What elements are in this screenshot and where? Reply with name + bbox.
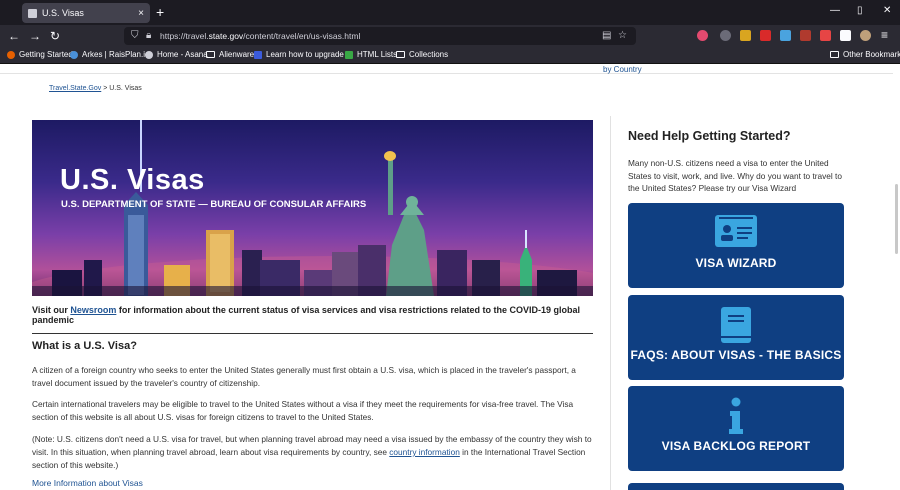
visa-backlog-label: VISA BACKLOG REPORT: [661, 439, 811, 453]
other-bookmarks[interactable]: Other Bookmarks: [830, 50, 900, 59]
country-information-link[interactable]: country information: [389, 447, 460, 457]
hero-title: U.S. Visas: [60, 164, 205, 196]
extension-icon[interactable]: [820, 30, 831, 41]
puzzle-icon[interactable]: [840, 30, 851, 41]
browser-tab[interactable]: U.S. Visas ×: [22, 3, 150, 23]
url-text[interactable]: https://travel.state.gov/content/travel/…: [160, 31, 360, 41]
page-icon: [254, 50, 262, 59]
more-information-link[interactable]: More Information about Visas: [32, 478, 143, 488]
page-favicon-icon: [28, 8, 37, 18]
extension-icon[interactable]: [740, 30, 751, 41]
page-top-band: by Country: [0, 64, 900, 74]
firefox-icon: [7, 50, 15, 59]
bookmark-getting-started[interactable]: Getting Started: [7, 50, 73, 59]
extension-icon[interactable]: [800, 30, 811, 41]
extension-icon[interactable]: [780, 30, 791, 41]
tab-close-icon[interactable]: ×: [138, 8, 144, 19]
bookmark-learn-upgrade[interactable]: Learn how to upgrade ...: [254, 50, 353, 59]
paragraph-1: A citizen of a foreign country who seeks…: [32, 365, 576, 388]
close-window-button[interactable]: ✕: [883, 5, 891, 16]
visa-wizard-tile[interactable]: VISA WIZARD: [628, 203, 844, 288]
info-icon: [729, 397, 743, 434]
page-scrollbar[interactable]: [893, 64, 900, 490]
bookmark-collections[interactable]: Collections: [396, 50, 448, 59]
minimize-button[interactable]: —: [830, 5, 840, 16]
bookmark-asana[interactable]: Home - Asana: [145, 50, 208, 59]
bookmark-raisplan[interactable]: Arkes | RaisPlan.io: [70, 50, 149, 59]
menu-icon[interactable]: ≡: [881, 28, 888, 42]
hero-subtitle: U.S. DEPARTMENT OF STATE — BUREAU OF CON…: [61, 199, 367, 210]
tab-title: U.S. Visas: [42, 8, 84, 18]
scrollbar-thumb[interactable]: [895, 184, 898, 254]
download-icon[interactable]: [720, 30, 731, 41]
id-card-icon: [715, 215, 757, 247]
raisplan-icon: [70, 50, 78, 59]
bookmark-html-lists[interactable]: HTML Lists: [345, 50, 397, 59]
breadcrumb: Travel.State.Gov > U.S. Visas: [49, 85, 142, 92]
sidebar-text: Many non-U.S. citizens need a visa to en…: [628, 158, 842, 193]
folder-icon: [830, 51, 839, 58]
extension-icon[interactable]: [760, 30, 771, 41]
new-tab-button[interactable]: +: [156, 4, 164, 20]
folder-icon: [206, 51, 215, 58]
newsroom-link[interactable]: Newsroom: [70, 305, 116, 315]
column-divider: [610, 116, 611, 490]
browser-nav-bar: ← → ↻ ⛉ 🔒︎ https://travel.state.gov/cont…: [0, 25, 900, 47]
book-icon: [721, 307, 751, 343]
account-avatar-icon[interactable]: [860, 30, 871, 41]
globe-icon: [145, 50, 153, 59]
lock-icon[interactable]: 🔒︎: [146, 30, 151, 41]
hero-banner: U.S. Visas U.S. DEPARTMENT OF STATE — BU…: [32, 120, 593, 296]
breadcrumb-home-link[interactable]: Travel.State.Gov: [49, 85, 101, 92]
bookmark-star-icon[interactable]: ☆: [618, 30, 627, 41]
sidebar-heading: Need Help Getting Started?: [628, 129, 791, 143]
folder-icon: [396, 51, 405, 58]
by-country-link[interactable]: by Country: [603, 65, 642, 74]
w3-icon: [345, 50, 353, 59]
breadcrumb-current: U.S. Visas: [109, 85, 142, 92]
visa-wizard-label: VISA WIZARD: [695, 256, 777, 270]
back-arrow-icon[interactable]: ←: [8, 29, 20, 43]
paragraph-3: (Note: U.S. citizens don't need a U.S. v…: [32, 434, 592, 470]
bookmark-alienware[interactable]: Alienware: [206, 50, 254, 59]
covid-notice: Visit our Newsroom for information about…: [32, 305, 593, 334]
browser-tab-bar: U.S. Visas × + — ▯ ✕: [0, 0, 900, 25]
faqs-label: FAQS: ABOUT VISAS - THE BASICS: [630, 348, 842, 362]
reader-view-icon[interactable]: ▤: [602, 30, 611, 41]
bookmarks-bar: Getting Started Arkes | RaisPlan.io Home…: [0, 47, 900, 64]
visa-backlog-report-tile[interactable]: VISA BACKLOG REPORT: [628, 386, 844, 471]
paragraph-2: Certain international travelers may be e…: [32, 399, 574, 422]
faqs-visas-basics-tile[interactable]: FAQS: ABOUT VISAS - THE BASICS: [628, 295, 844, 380]
pocket-icon[interactable]: [697, 30, 708, 41]
forward-arrow-icon[interactable]: →: [29, 29, 41, 43]
shield-icon[interactable]: ⛉: [131, 30, 139, 41]
reload-icon[interactable]: ↻: [50, 29, 60, 43]
section-heading: What is a U.S. Visa?: [32, 340, 137, 352]
next-tile-partial[interactable]: [628, 483, 844, 490]
maximize-button[interactable]: ▯: [857, 5, 863, 16]
address-bar[interactable]: ⛉ 🔒︎ https://travel.state.gov/content/tr…: [124, 27, 636, 45]
